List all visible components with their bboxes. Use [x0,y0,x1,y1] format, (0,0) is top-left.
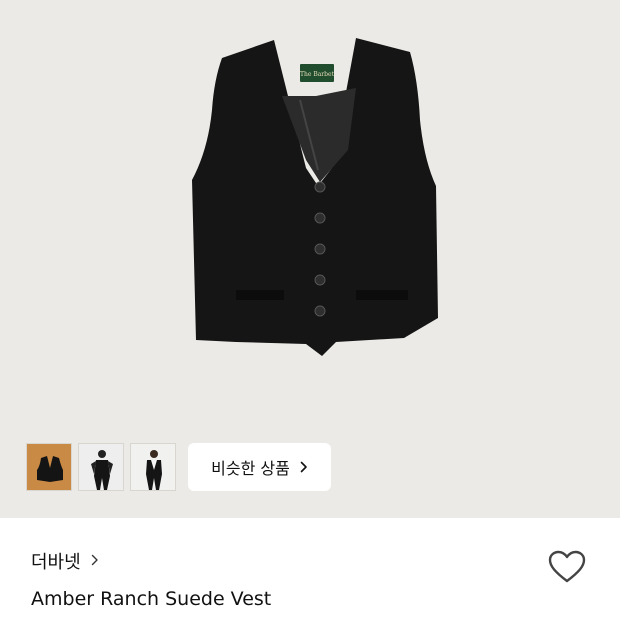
vest-button [314,274,326,286]
thumbnail-strip: 비슷한 상품 [26,443,331,491]
thumbnail-model-full[interactable] [78,443,124,491]
similar-products-label: 비슷한 상품 [211,459,290,478]
pocket-left [236,290,284,300]
similar-products-button[interactable]: 비슷한 상품 [188,443,331,491]
product-image[interactable]: The Barbet 비슷한 상품 [0,0,620,518]
vest-button [314,181,326,193]
thumbnail-vest-flat[interactable] [26,443,72,491]
vest-illustration: The Barbet [192,38,438,356]
vest-label-text: The Barbet [300,71,335,78]
wishlist-button[interactable] [547,549,587,585]
vest-button [314,212,326,224]
heart-outline-icon [548,550,586,583]
product-name: Amber Ranch Suede Vest [31,588,272,610]
brand-name: 더바넷 [31,552,81,573]
vest-body [192,38,438,356]
pocket-right [356,290,408,300]
vest-button [314,243,326,255]
thumbnail-model-front[interactable] [130,443,176,491]
chevron-right-icon [300,458,308,477]
chevron-right-icon [91,552,99,570]
brand-link[interactable]: 더바넷 [31,548,99,574]
product-info: 더바넷 Amber Ranch Suede Vest [0,518,620,620]
vest-button [314,305,326,317]
